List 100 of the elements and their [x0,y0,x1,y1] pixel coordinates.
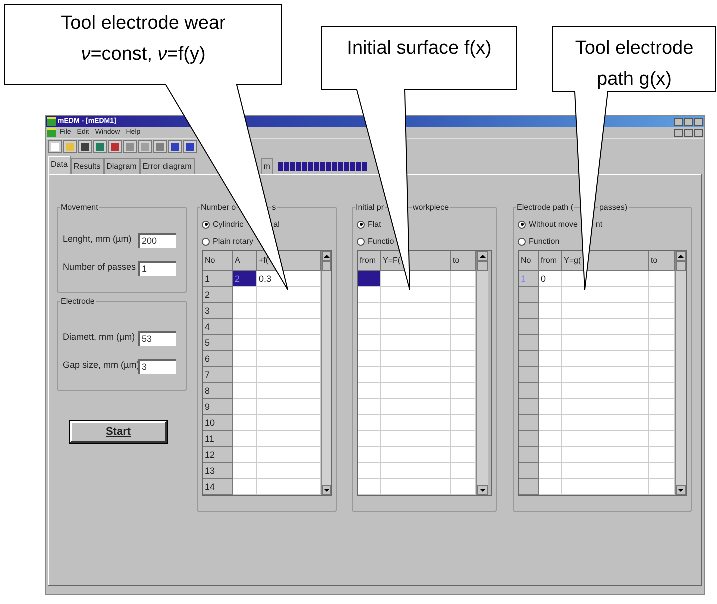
table-cell [257,303,321,319]
table-cell: 2 [203,287,233,303]
table-cell [233,463,257,479]
table-cell [539,367,562,383]
radio-button[interactable] [357,220,365,228]
column-header: No [203,251,233,271]
table-cell [257,399,321,415]
callout-text: ν=const, ν=f(y) [81,43,206,67]
table-cell [539,383,562,399]
table-cell [233,367,257,383]
app-icon [47,117,56,126]
column-header: from [539,251,562,271]
radio-button[interactable] [518,238,526,246]
radio-label: al [274,218,280,230]
group-title: passes) [598,202,628,213]
table-cell: 0,3 [257,271,321,287]
table-cell [649,319,675,335]
table-cell [233,351,257,367]
scroll-down-icon[interactable] [477,485,488,495]
tab[interactable]: m [260,158,274,174]
scroll-up-icon[interactable] [477,251,488,261]
group-title: Electrode path ( [516,202,574,213]
table-cell [451,287,476,303]
input-field[interactable]: 53 [138,330,176,346]
radio-button[interactable] [518,220,526,228]
scroll-thumb[interactable] [676,261,686,271]
table-cell [233,399,257,415]
table-cell [451,367,476,383]
table-cell [539,351,562,367]
table-cell [381,463,451,479]
table-cell [649,335,675,351]
table-cell: 9 [203,399,233,415]
input-field[interactable]: 200 [138,232,176,248]
callout-text: Initial surface f(x) [347,37,492,61]
scrollbar[interactable] [675,251,686,495]
table-cell [257,351,321,367]
table-cell [451,335,476,351]
scroll-down-icon[interactable] [322,485,331,495]
radio-label: Cylindric [213,218,244,230]
radio-button[interactable] [357,238,365,246]
radio-button[interactable] [202,238,210,246]
table-cell [358,383,381,399]
table-cell [358,367,381,383]
table-cell [257,431,321,447]
scroll-thumb[interactable] [322,261,331,271]
tab[interactable]: Diagram [104,158,140,174]
table-cell [649,271,675,287]
tab[interactable]: Results [70,158,104,174]
table-cell [381,271,451,287]
scrollbar[interactable] [321,251,331,495]
table-cell [649,383,675,399]
table-cell [358,303,381,319]
group-title: Electrode [60,296,96,307]
table-cell: 13 [203,463,233,479]
table-cell [358,271,381,287]
table-cell [358,335,381,351]
table-cell [381,319,451,335]
table-cell [451,463,476,479]
group-title: workpiece [412,202,450,213]
table-cell [649,463,675,479]
table-cell [649,415,675,431]
table-cell [539,479,562,495]
table-cell [451,303,476,319]
table-cell [233,319,257,335]
scroll-down-icon[interactable] [676,485,686,495]
callout-text: Tool electrode [575,37,694,61]
table-cell: 5 [203,335,233,351]
table-cell [451,351,476,367]
table-cell [649,399,675,415]
scroll-thumb[interactable] [477,261,488,271]
table-cell [539,447,562,463]
input-field[interactable]: 3 [138,358,176,374]
radio-button[interactable] [202,220,210,228]
table-cell: 4 [203,319,233,335]
input-field[interactable]: 1 [138,260,176,276]
table-cell [381,415,451,431]
tab[interactable]: Error diagram [140,158,195,174]
table-cell: 8 [203,383,233,399]
table-cell [381,351,451,367]
table-cell [451,447,476,463]
table-cell [539,335,562,351]
scrollbar[interactable] [476,251,488,495]
table-cell: 11 [203,431,233,447]
scroll-up-icon[interactable] [322,251,331,261]
table-cell [233,447,257,463]
field-label: Lenght, mm (µm) [63,233,133,246]
table-cell [539,415,562,431]
table-cell [381,479,451,495]
table-cell [451,271,476,287]
table-cell [539,399,562,415]
table-cell [649,303,675,319]
column-header: to [451,251,476,271]
tab[interactable]: Data [48,156,71,174]
table-cell [233,287,257,303]
table-cell [358,447,381,463]
start-button[interactable]: Start [70,421,167,443]
scroll-up-icon[interactable] [676,251,686,261]
radio-label: Functio [368,236,394,248]
table-cell [649,447,675,463]
column-header: No [519,251,539,271]
